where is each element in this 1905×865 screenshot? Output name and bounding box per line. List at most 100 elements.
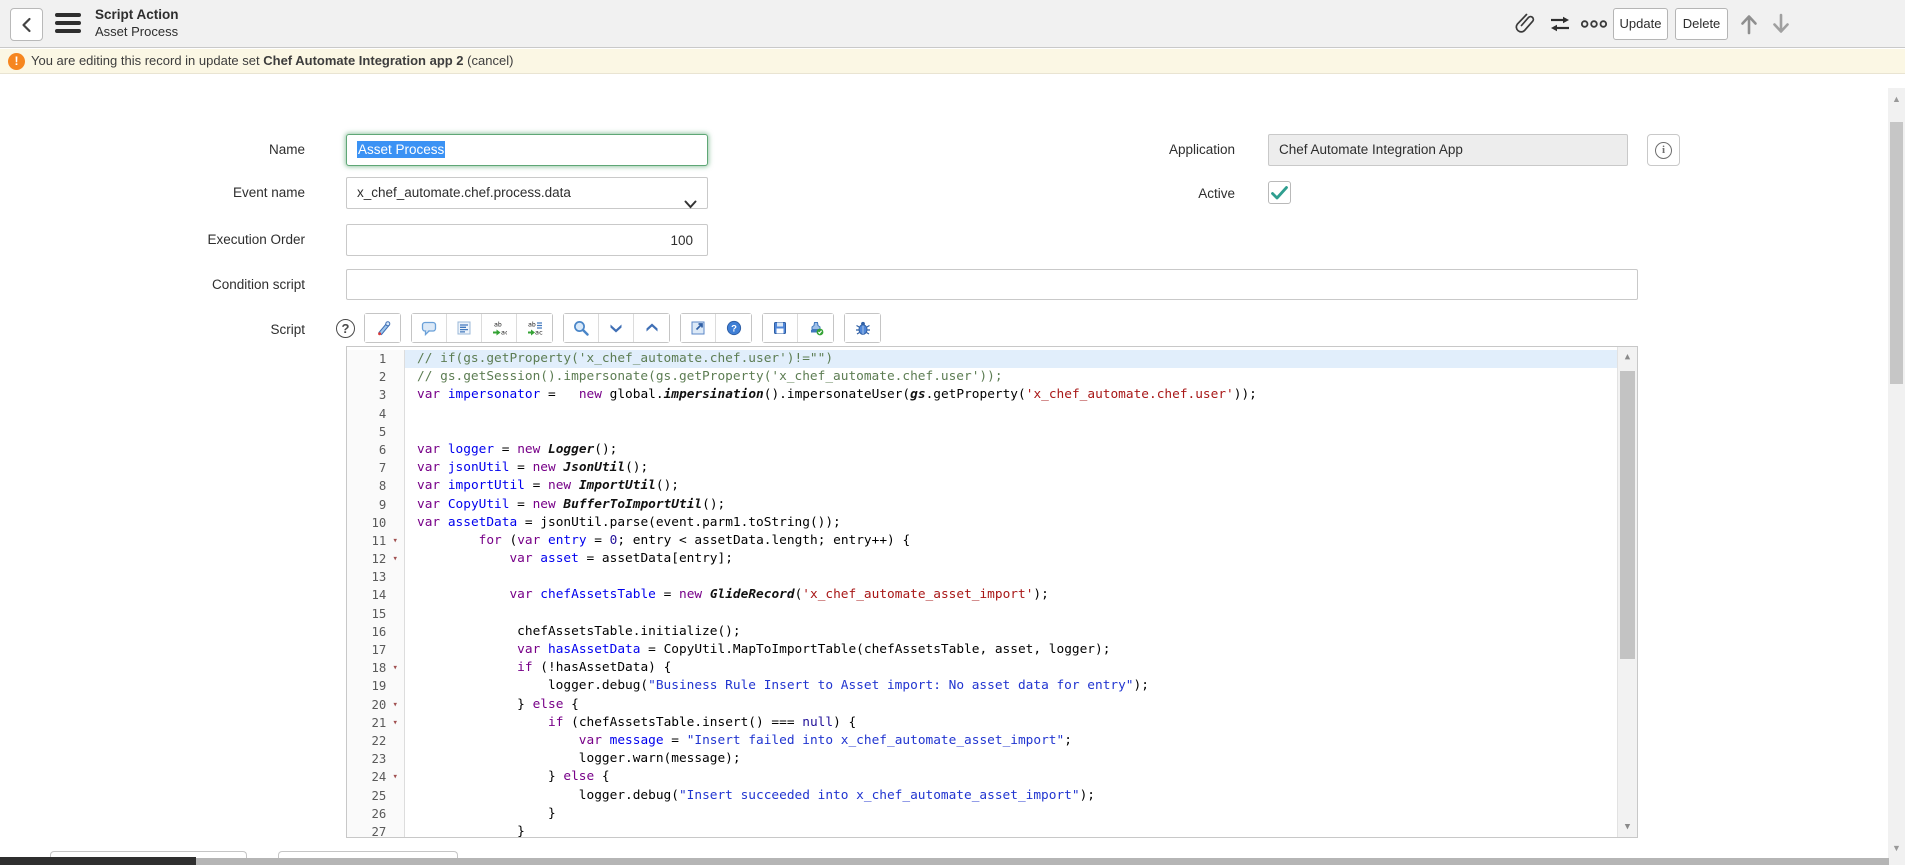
find-previous-button[interactable] [634,314,669,342]
toggle-editor-button[interactable] [365,314,400,342]
event-name-label: Event name [40,185,305,200]
search-button[interactable] [564,314,599,342]
next-record-button[interactable] [1767,10,1795,38]
editor-gutter: 4 [347,405,405,423]
window-scroll-up-icon[interactable]: ▲ [1888,94,1905,104]
line-number: 1 [347,350,386,368]
fold-icon[interactable]: ▾ [386,659,404,677]
window-vertical-thumb[interactable] [1890,122,1903,384]
editor-gutter: 23 [347,750,405,768]
execution-order-input[interactable] [346,224,708,256]
code-text[interactable]: var importUtil = new ImportUtil(); [405,477,1617,495]
code-text[interactable]: var impersonator = new global.impersinat… [405,386,1617,404]
line-number: 5 [347,423,386,441]
replace-all-button[interactable]: abac [517,314,552,342]
code-text[interactable]: // gs.getSession().impersonate(gs.getPro… [405,368,1617,386]
code-text[interactable]: if (!hasAssetData) { [405,659,1617,677]
record-title: Asset Process [95,24,178,40]
debug-button[interactable] [845,314,880,342]
find-next-button[interactable] [599,314,634,342]
code-text[interactable]: logger.debug("Business Rule Insert to As… [405,677,1617,695]
editor-scroll-down-icon[interactable]: ▼ [1618,822,1637,832]
code-text[interactable]: } [405,823,1617,838]
fold-spacer [386,386,404,404]
editor-scrollbar-thumb[interactable] [1620,371,1635,659]
info-icon: i [1655,142,1672,159]
editor-scroll-up-icon[interactable]: ▲ [1618,352,1637,362]
scripting-help-button[interactable]: ? [716,314,751,342]
window-horizontal-scrollbar[interactable] [0,858,1889,865]
script-code-editor[interactable]: 1 // if(gs.getProperty('x_chef_automate.c… [346,346,1638,838]
check-syntax-button[interactable] [798,314,833,342]
code-text[interactable]: var hasAssetData = CopyUtil.MapToImportT… [405,641,1617,659]
code-text[interactable]: logger.warn(message); [405,750,1617,768]
code-text[interactable]: for (var entry = 0; entry < assetData.le… [405,532,1617,550]
line-number: 18 [347,659,386,677]
previous-record-button[interactable] [1735,10,1763,38]
fold-icon[interactable]: ▾ [386,532,404,550]
code-text[interactable]: } [405,805,1617,823]
code-text[interactable] [405,405,1617,423]
fold-spacer [386,423,404,441]
code-text[interactable] [405,423,1617,441]
more-options-button[interactable] [1580,10,1608,38]
fold-spacer [386,477,404,495]
code-line: 4 [347,405,1617,423]
code-text[interactable]: } else { [405,696,1617,714]
code-text[interactable]: var jsonUtil = new JsonUtil(); [405,459,1617,477]
svg-text:?: ? [731,324,737,335]
cancel-update-set-link[interactable]: (cancel) [467,53,513,68]
update-button[interactable]: Update [1613,8,1668,40]
code-text[interactable] [405,568,1617,586]
code-text[interactable]: } else { [405,768,1617,786]
fold-icon[interactable]: ▾ [386,550,404,568]
back-button[interactable] [10,8,43,41]
editor-gutter: 8 [347,477,405,495]
fold-icon[interactable]: ▾ [386,714,404,732]
find-previous-icon [644,320,660,336]
code-line: 19 logger.debug("Business Rule Insert to… [347,677,1617,695]
comment-button[interactable] [412,314,447,342]
code-text[interactable]: var asset = assetData[entry]; [405,550,1617,568]
code-line: 7var jsonUtil = new JsonUtil(); [347,459,1617,477]
personalize-button[interactable] [1546,10,1574,38]
code-text[interactable]: var chefAssetsTable = new GlideRecord('x… [405,586,1617,604]
delete-button[interactable]: Delete [1675,8,1728,40]
fold-spacer [386,750,404,768]
code-line: 6var logger = new Logger(); [347,441,1617,459]
window-scroll-down-icon[interactable]: ▼ [1888,843,1905,853]
format-code-button[interactable] [447,314,482,342]
warning-icon: ! [8,53,25,70]
name-label: Name [40,142,305,157]
editor-scrollbar[interactable]: ▲ ▼ [1617,347,1637,837]
condition-script-input[interactable] [346,269,1638,300]
save-button[interactable] [763,314,798,342]
event-name-select[interactable]: x_chef_automate.chef.process.data [346,177,708,209]
name-input[interactable]: Asset Process [346,134,708,166]
find-next-icon [608,320,624,336]
code-text[interactable]: // if(gs.getProperty('x_chef_automate.ch… [405,350,1617,368]
code-text[interactable]: chefAssetsTable.initialize(); [405,623,1617,641]
code-line: 9var CopyUtil = new BufferToImportUtil()… [347,496,1617,514]
script-help-icon[interactable]: ? [336,319,355,338]
warning-prefix: You are editing this record in update se… [31,53,263,68]
window-vertical-scrollbar[interactable]: ▲ ▼ [1888,88,1905,865]
update-set-warning-bar: ! You are editing this record in update … [0,49,1905,74]
code-text[interactable]: var assetData = jsonUtil.parse(event.par… [405,514,1617,532]
code-text[interactable]: var logger = new Logger(); [405,441,1617,459]
code-text[interactable]: var message = "Insert failed into x_chef… [405,732,1617,750]
code-text[interactable]: var CopyUtil = new BufferToImportUtil(); [405,496,1617,514]
fold-icon[interactable]: ▾ [386,696,404,714]
attachment-button[interactable] [1512,10,1540,38]
code-text[interactable] [405,605,1617,623]
active-checkbox[interactable] [1268,181,1291,204]
line-number: 27 [347,823,386,838]
code-text[interactable]: if (chefAssetsTable.insert() === null) { [405,714,1617,732]
replace-button[interactable]: abac [482,314,517,342]
window-horizontal-thumb[interactable] [0,857,196,865]
code-text[interactable]: logger.debug("Insert succeeded into x_ch… [405,787,1617,805]
application-info-button[interactable]: i [1647,134,1680,166]
menu-icon[interactable] [55,13,81,35]
open-fullscreen-button[interactable] [681,314,716,342]
fold-icon[interactable]: ▾ [386,768,404,786]
